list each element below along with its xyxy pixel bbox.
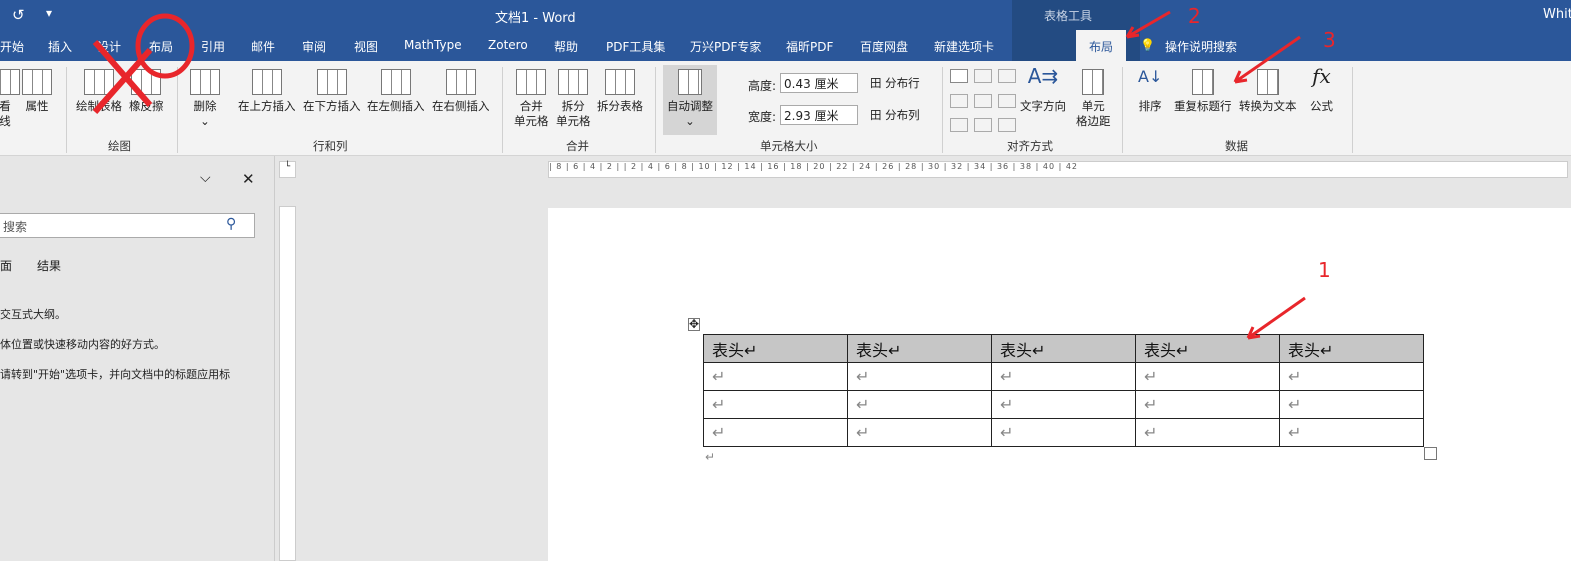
annotation-number-1: 1 [1318,258,1331,282]
red-annotations [92,10,1306,340]
annotation-circle [135,13,195,79]
annotation-arrow-2 [1125,10,1171,39]
annotation-number-2: 2 [1188,4,1201,28]
annotation-arrow-3 [1233,35,1301,84]
annotation-x-mark [92,40,153,114]
annotation-arrow-1 [1246,296,1306,340]
annotation-number-3: 3 [1323,28,1336,52]
